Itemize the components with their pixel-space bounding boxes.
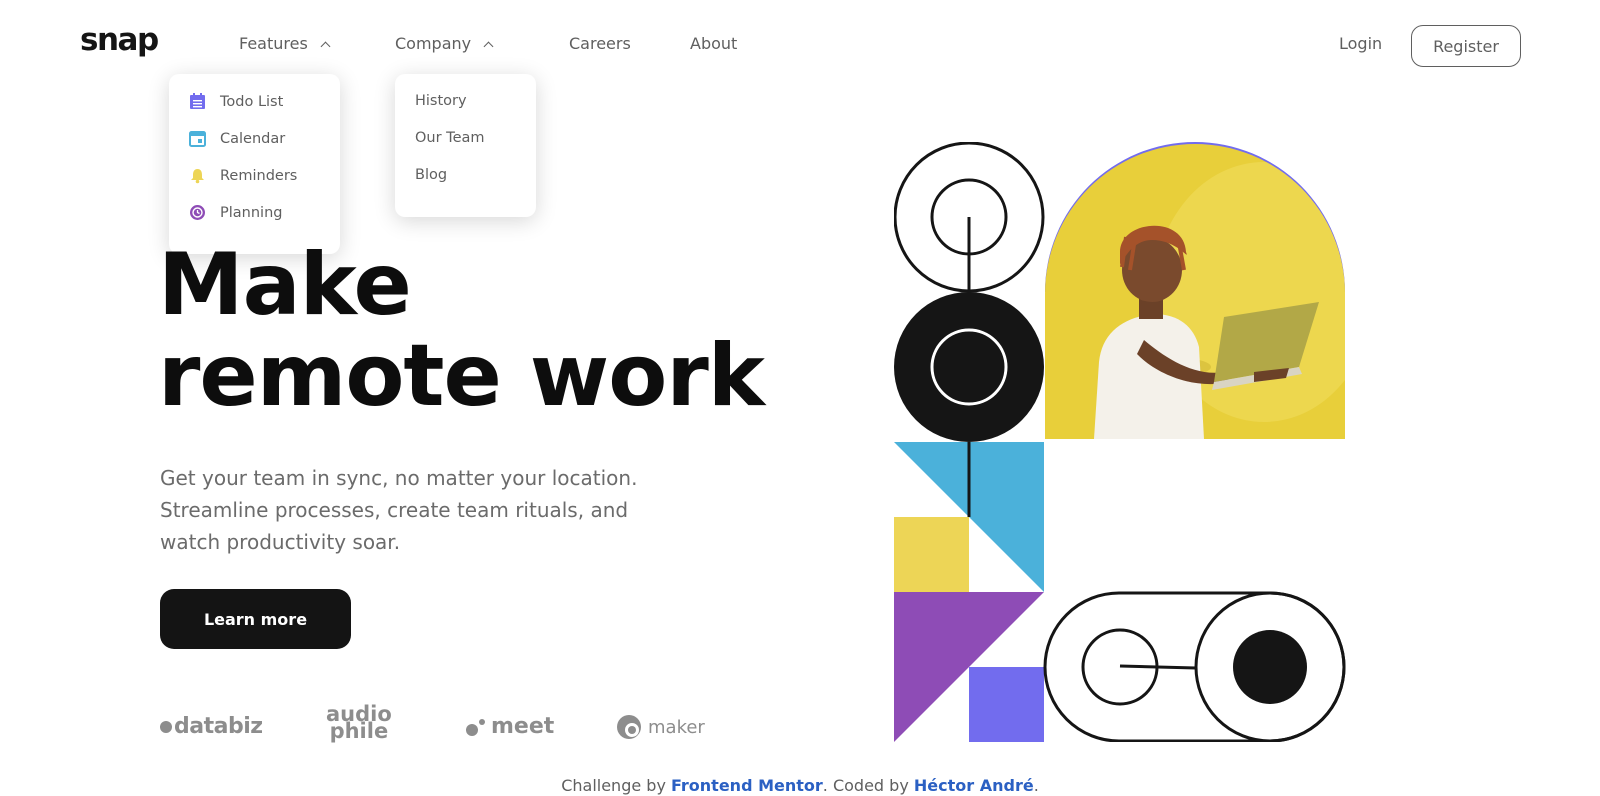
nav-about[interactable]: About (690, 34, 737, 53)
menu-item-label: History (415, 93, 467, 109)
client-name: databiz (174, 714, 263, 739)
planning-icon (189, 204, 206, 221)
todo-icon (189, 93, 206, 110)
nav-about-label: About (690, 34, 738, 53)
attribution-middle: . Coded by (822, 776, 914, 795)
menu-item-our-team[interactable]: Our Team (415, 130, 485, 146)
attribution-suffix: . (1033, 776, 1039, 795)
nav-careers-label: Careers (569, 34, 631, 53)
menu-item-todo-list[interactable]: Todo List (189, 93, 283, 110)
hero-subtitle: Get your team in sync, no matter your lo… (160, 466, 638, 554)
logo[interactable]: snap (80, 22, 159, 58)
client-name-line2: phile (329, 719, 389, 743)
pill-shape (1043, 591, 1346, 742)
calendar-icon (189, 130, 206, 147)
menu-item-label: Todo List (220, 93, 284, 110)
menu-item-label: Our Team (415, 130, 485, 146)
black-circle (894, 292, 1044, 442)
company-dropdown: History Our Team Blog (395, 74, 536, 217)
hero-title-line-1: Make (158, 235, 412, 335)
chevron-up-icon (320, 41, 331, 51)
menu-item-label: Reminders (220, 167, 298, 184)
yellow-square (894, 517, 969, 592)
menu-item-history[interactable]: History (415, 93, 467, 109)
client-logo-audiophile: audio phile (326, 704, 392, 743)
menu-item-reminders[interactable]: Reminders (189, 167, 297, 184)
menu-item-planning[interactable]: Planning (189, 204, 282, 221)
menu-item-blog[interactable]: Blog (415, 167, 447, 183)
author-link[interactable]: Héctor André (914, 776, 1034, 795)
hero-title: Make remote work (158, 235, 765, 426)
nav-features-label: Features (239, 34, 308, 53)
menu-item-calendar[interactable]: Calendar (189, 130, 285, 147)
hero-illustration (894, 142, 1346, 742)
attribution-prefix: Challenge by (561, 776, 671, 795)
menu-item-label: Planning (220, 204, 283, 221)
maker-logo-icon (617, 715, 641, 739)
nav-company[interactable]: Company (395, 34, 494, 53)
menu-item-label: Calendar (220, 130, 286, 147)
purple-square (969, 667, 1044, 742)
register-button[interactable]: Register (1411, 25, 1521, 67)
chevron-up-icon (483, 41, 494, 51)
client-logo-meet: meet (465, 714, 554, 739)
bell-icon (189, 167, 206, 184)
nav-careers[interactable]: Careers (569, 34, 631, 53)
login-link[interactable]: Login (1339, 34, 1382, 53)
client-name: maker (648, 716, 705, 738)
nav-features[interactable]: Features (239, 34, 331, 53)
client-logo-maker: maker (616, 714, 705, 740)
client-name: meet (491, 714, 555, 739)
databiz-dot-icon (160, 720, 172, 733)
concentric-circle-top (894, 142, 1045, 293)
features-dropdown: Todo List Calendar Reminders Planning (169, 74, 340, 254)
meet-dots-icon (466, 718, 485, 736)
frontend-mentor-link[interactable]: Frontend Mentor (671, 776, 823, 795)
hero-title-line-2: remote work (158, 326, 765, 426)
menu-item-label: Blog (415, 167, 448, 183)
attribution: Challenge by Frontend Mentor. Coded by H… (0, 776, 1600, 795)
learn-more-button[interactable]: Learn more (160, 589, 351, 649)
client-logo-databiz: databiz (160, 714, 263, 739)
nav-company-label: Company (395, 34, 472, 53)
